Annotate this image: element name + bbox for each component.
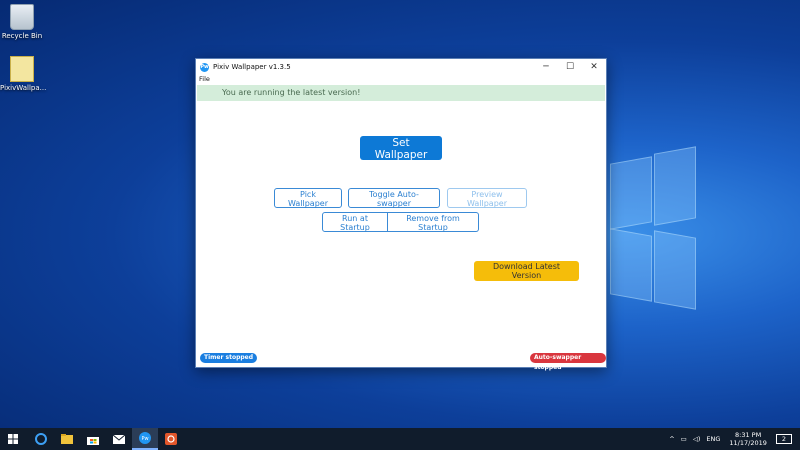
notification-count: 2 (781, 435, 786, 443)
store-icon (87, 436, 99, 445)
download-latest-version-button[interactable]: Download Latest Version (474, 261, 579, 281)
taskbar-app[interactable] (158, 428, 184, 450)
pick-wallpaper-button[interactable]: Pick Wallpaper (274, 188, 342, 208)
language-indicator[interactable]: ENG (706, 435, 720, 443)
windows-wallpaper-logo (600, 146, 800, 350)
taskbar: Pw ^ ▭ ◁) ENG 8:31 PM 11/17/2019 2 (0, 428, 800, 450)
svg-text:Pw: Pw (141, 436, 148, 442)
run-at-startup-button[interactable]: Run at Startup (322, 212, 388, 232)
auto-swapper-status-badge: Auto-swapper stopped (530, 353, 606, 371)
timer-status-badge: Timer stopped (200, 353, 258, 363)
title-bar[interactable]: Pw Pixiv Wallpaper v1.3.5 ─ ☐ ✕ (196, 59, 606, 75)
desktop-icon-label: PixivWallpa... (0, 84, 47, 92)
pixiv-wallpaper-icon: Pw (139, 432, 151, 444)
taskbar-mail[interactable] (106, 428, 132, 450)
remove-from-startup-button[interactable]: Remove from Startup (388, 212, 479, 232)
file-explorer-icon (61, 434, 73, 444)
close-button[interactable]: ✕ (582, 59, 606, 75)
set-wallpaper-button[interactable]: Set Wallpaper (360, 136, 442, 161)
taskbar-edge[interactable] (28, 428, 54, 450)
window-title: Pixiv Wallpaper v1.3.5 (213, 63, 291, 71)
notifications-icon[interactable]: 2 (775, 434, 792, 444)
mail-icon (113, 434, 125, 444)
taskbar-file-explorer[interactable] (54, 428, 80, 450)
clock-time: 8:31 PM (735, 431, 762, 439)
maximize-button[interactable]: ☐ (558, 59, 582, 75)
taskbar-pixiv-wallpaper[interactable]: Pw (132, 428, 158, 450)
clock-date: 11/17/2019 (729, 439, 767, 447)
system-tray: ^ ▭ ◁) ENG 8:31 PM 11/17/2019 2 (666, 431, 800, 447)
clock[interactable]: 8:31 PM 11/17/2019 (729, 431, 766, 447)
volume-icon[interactable]: ◁) (693, 435, 701, 443)
edge-icon (35, 433, 47, 445)
update-status-banner: You are running the latest version! (197, 85, 605, 101)
chevron-up-icon[interactable]: ^ (669, 435, 674, 443)
recycle-bin-icon (10, 4, 34, 30)
menu-file[interactable]: File (199, 75, 210, 83)
desktop-icon-pixiv-wallpaper[interactable]: PixivWallpa... (0, 56, 47, 92)
app-window: Pw Pixiv Wallpaper v1.3.5 ─ ☐ ✕ File You… (195, 58, 607, 371)
app-icon (165, 433, 177, 445)
menu-bar: File (196, 75, 606, 85)
preview-wallpaper-button[interactable]: Preview Wallpaper (447, 188, 527, 208)
desktop-icon-recycle-bin[interactable]: Recycle Bin (0, 4, 44, 40)
windows-start-icon (8, 434, 18, 444)
file-icon (10, 56, 34, 82)
minimize-button[interactable]: ─ (534, 59, 558, 75)
desktop-icon-label: Recycle Bin (1, 32, 43, 40)
app-icon: Pw (200, 62, 209, 72)
start-button[interactable] (0, 428, 26, 450)
toggle-auto-swapper-button[interactable]: Toggle Auto-swapper (348, 188, 440, 208)
taskbar-store[interactable] (80, 428, 106, 450)
network-icon[interactable]: ▭ (681, 435, 687, 443)
